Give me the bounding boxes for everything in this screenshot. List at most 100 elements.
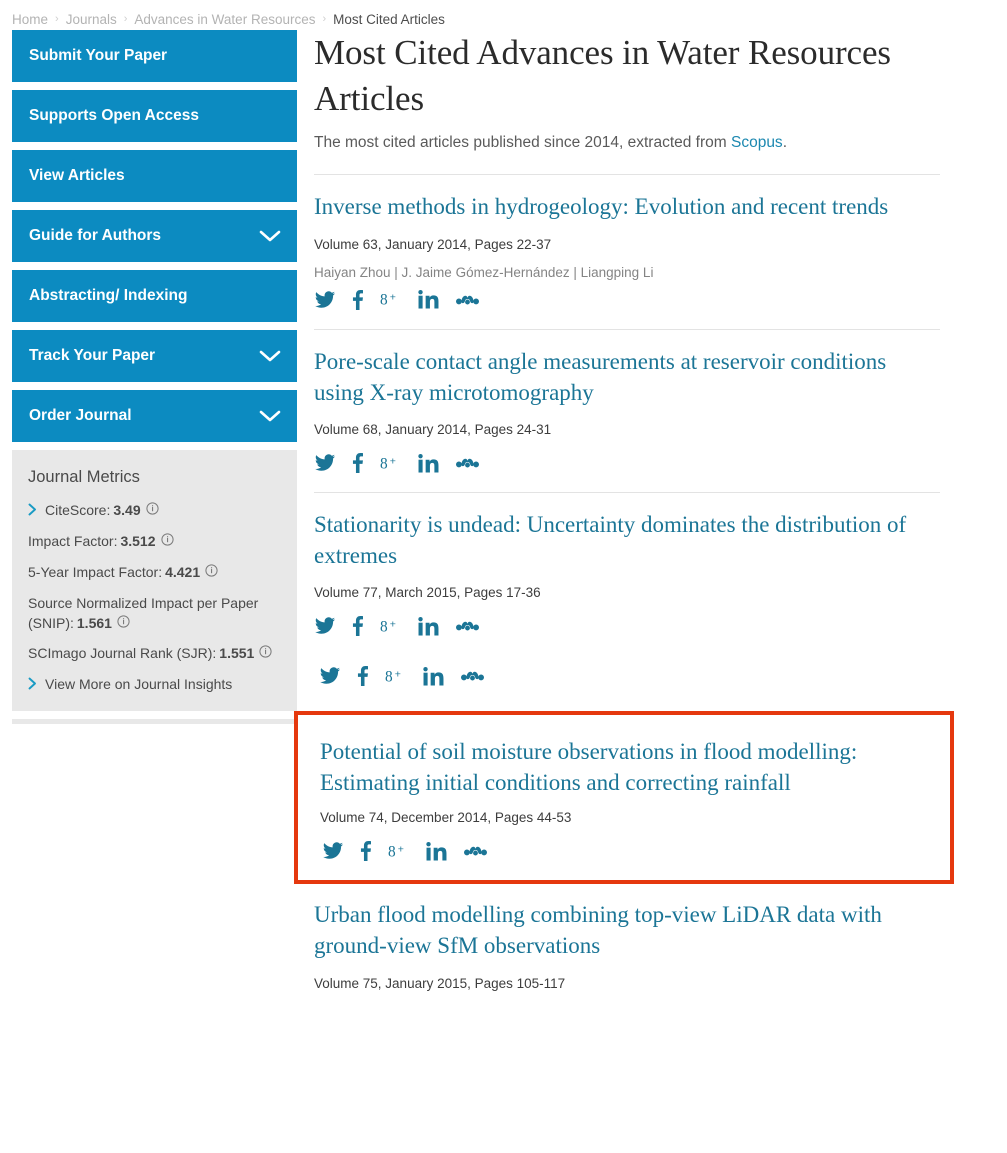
facebook-icon[interactable]: [357, 666, 368, 687]
article-item: Pore-scale contact angle measurements at…: [314, 347, 940, 476]
breadcrumb-separator-icon: ›: [55, 13, 59, 25]
chevron-right-icon: [28, 675, 37, 690]
article-item: Inverse methods in hydrogeology: Evoluti…: [314, 192, 940, 313]
linkedin-icon[interactable]: [423, 666, 444, 686]
sidebar: Submit Your Paper Supports Open Access V…: [0, 30, 300, 725]
article-volume-info: Volume 74, December 2014, Pages 44-53: [320, 810, 572, 826]
facebook-icon[interactable]: [352, 616, 363, 637]
article-item-highlighted: Potential of soil moisture observations …: [294, 711, 954, 885]
sidebar-item-label: Abstracting/ Indexing: [29, 287, 188, 304]
metric-label: Impact Factor:: [28, 532, 118, 549]
metric-row-impact-factor: Impact Factor: 3.512: [28, 532, 281, 552]
divider: [314, 174, 940, 176]
article-title-link[interactable]: Stationarity is undead: Uncertainty domi…: [314, 510, 940, 571]
sidebar-item-label: Track Your Paper: [29, 347, 156, 364]
social-share-row: 8 +: [322, 838, 930, 864]
mendeley-icon[interactable]: [461, 668, 484, 684]
chevron-right-icon: [28, 501, 37, 516]
twitter-icon[interactable]: [322, 842, 343, 860]
sidebar-separator: [12, 719, 297, 725]
article-item: Urban flood modelling combining top-view…: [314, 900, 940, 990]
view-more-label: View More on Journal Insights: [45, 676, 233, 693]
article-title-link[interactable]: Potential of soil moisture observations …: [320, 737, 930, 798]
google-plus-icon[interactable]: 8 +: [388, 842, 409, 861]
social-share-row: 8 +: [314, 613, 940, 639]
sidebar-item-track-your-paper[interactable]: Track Your Paper: [12, 330, 297, 382]
twitter-icon[interactable]: [319, 667, 340, 685]
scopus-link[interactable]: Scopus: [731, 134, 783, 151]
social-share-row: 8 +: [319, 663, 940, 689]
svg-text:+: +: [398, 843, 404, 855]
sidebar-item-abstracting-indexing[interactable]: Abstracting/ Indexing: [12, 270, 297, 322]
linkedin-icon[interactable]: [418, 290, 439, 309]
mendeley-icon[interactable]: [456, 455, 479, 471]
breadcrumb-item-home[interactable]: Home: [12, 12, 48, 27]
linkedin-icon[interactable]: [418, 453, 439, 473]
metric-label: 5-Year Impact Factor:: [28, 563, 163, 580]
twitter-icon[interactable]: [314, 291, 335, 309]
facebook-icon[interactable]: [352, 453, 363, 474]
metric-value: 1.561: [76, 614, 112, 631]
google-plus-icon[interactable]: 8 +: [380, 454, 401, 473]
metric-row-snip: Source Normalized Impact per Paper (SNIP…: [28, 594, 281, 634]
social-share-row: 8 +: [314, 450, 940, 476]
svg-text:8: 8: [385, 668, 393, 685]
google-plus-icon[interactable]: 8 +: [385, 667, 406, 686]
page-title: Most Cited Advances in Water Resources A…: [314, 33, 891, 119]
info-icon[interactable]: [259, 645, 272, 658]
sidebar-item-submit-your-paper[interactable]: Submit Your Paper: [12, 30, 297, 82]
google-plus-icon[interactable]: 8 +: [380, 617, 401, 636]
view-more-journal-insights-link[interactable]: View More on Journal Insights: [28, 675, 281, 695]
article-volume-info: Volume 68, January 2014, Pages 24-31: [314, 422, 552, 438]
facebook-icon[interactable]: [360, 841, 371, 862]
page-subtitle-text: The most cited articles published since …: [314, 134, 731, 152]
article-title-link[interactable]: Urban flood modelling combining top-view…: [314, 900, 940, 961]
breadcrumb-item-current: Most Cited Articles: [333, 11, 445, 27]
divider: [314, 492, 940, 494]
metric-value: 4.421: [165, 563, 201, 580]
chevron-down-icon: [259, 229, 281, 243]
twitter-icon[interactable]: [314, 617, 335, 635]
sidebar-item-order-journal[interactable]: Order Journal: [12, 390, 297, 442]
metric-value: 3.49: [113, 502, 141, 518]
article-volume-info: Volume 63, January 2014, Pages 22-37: [314, 236, 552, 252]
article-authors: Haiyan Zhou | J. Jaime Gómez-Hernández |…: [314, 264, 654, 280]
breadcrumb-item-journals[interactable]: Journals: [66, 12, 117, 27]
linkedin-icon[interactable]: [418, 616, 439, 636]
info-icon[interactable]: [117, 614, 130, 628]
mendeley-icon[interactable]: [456, 618, 479, 634]
metric-value: 3.512: [120, 532, 156, 549]
metric-label: SCImago Journal Rank (SJR):: [28, 645, 217, 662]
breadcrumb-separator-icon: ›: [322, 13, 327, 25]
sidebar-item-label: View Articles: [29, 167, 125, 184]
breadcrumb-item-journal-name[interactable]: Advances in Water Resources: [134, 12, 315, 27]
sidebar-item-guide-for-authors[interactable]: Guide for Authors: [12, 210, 297, 262]
article-volume-info: Volume 75, January 2015, Pages 105-117: [314, 975, 566, 991]
mendeley-icon[interactable]: [464, 843, 487, 859]
breadcrumb-separator-icon: ›: [123, 13, 128, 25]
svg-text:8: 8: [388, 843, 396, 860]
sidebar-item-supports-open-access[interactable]: Supports Open Access: [12, 90, 297, 142]
metric-row-citescore[interactable]: CiteScore: 3.49: [28, 501, 281, 521]
google-plus-icon[interactable]: 8 +: [380, 290, 401, 309]
article-title-link[interactable]: Inverse methods in hydrogeology: Evoluti…: [314, 192, 940, 223]
breadcrumb: Home › Journals › Advances in Water Reso…: [0, 0, 1007, 30]
page-subtitle: The most cited articles published since …: [314, 134, 940, 152]
svg-text:+: +: [390, 455, 396, 467]
info-icon[interactable]: [205, 564, 218, 577]
mendeley-icon[interactable]: [456, 292, 479, 308]
chevron-down-icon: [259, 409, 281, 423]
facebook-icon[interactable]: [352, 289, 363, 310]
sidebar-item-label: Guide for Authors: [29, 227, 162, 244]
linkedin-icon[interactable]: [426, 841, 447, 861]
journal-metrics-title: Journal Metrics: [28, 468, 140, 486]
twitter-icon[interactable]: [314, 454, 335, 472]
info-icon[interactable]: [146, 502, 159, 515]
svg-text:+: +: [390, 292, 396, 304]
svg-text:8: 8: [380, 618, 388, 635]
info-icon[interactable]: [160, 533, 174, 546]
social-share-row: 8 +: [314, 287, 940, 313]
article-title-link[interactable]: Pore-scale contact angle measurements at…: [314, 347, 940, 408]
svg-text:8: 8: [380, 455, 388, 472]
sidebar-item-view-articles[interactable]: View Articles: [12, 150, 297, 202]
